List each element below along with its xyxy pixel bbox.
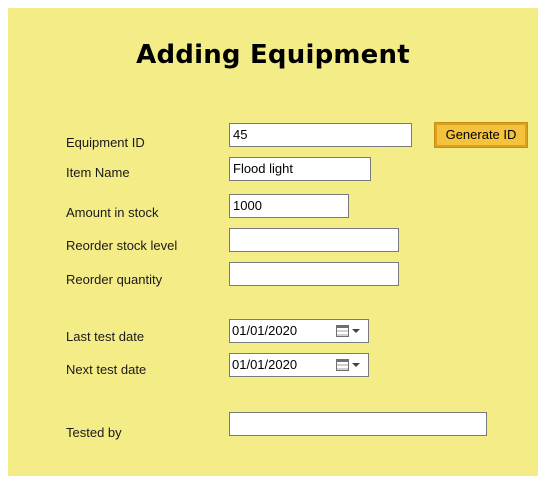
equipment-id-field[interactable]: 45 bbox=[229, 123, 412, 147]
calendar-icon[interactable] bbox=[336, 325, 349, 337]
next-test-date-picker[interactable]: 01/01/2020 bbox=[229, 353, 369, 377]
last-test-date-label: Last test date bbox=[66, 329, 145, 344]
tested-by-label: Tested by bbox=[66, 425, 122, 440]
reorder-stock-level-field[interactable] bbox=[229, 228, 399, 252]
dropdown-arrow-icon[interactable] bbox=[352, 329, 360, 333]
item-name-label: Item Name bbox=[66, 165, 130, 180]
amount-in-stock-field[interactable]: 1000 bbox=[229, 194, 349, 218]
next-test-date-value: 01/01/2020 bbox=[232, 357, 298, 372]
next-test-date-label: Next test date bbox=[66, 362, 147, 377]
reorder-stock-level-label: Reorder stock level bbox=[66, 238, 178, 253]
item-name-field[interactable]: Flood light bbox=[229, 157, 371, 181]
form-panel: Adding Equipment Equipment ID 45 Generat… bbox=[8, 8, 538, 476]
last-test-date-value: 01/01/2020 bbox=[232, 323, 298, 338]
dropdown-arrow-icon[interactable] bbox=[352, 363, 360, 367]
calendar-icon[interactable] bbox=[336, 359, 349, 371]
reorder-quantity-label: Reorder quantity bbox=[66, 272, 163, 287]
tested-by-field[interactable] bbox=[229, 412, 487, 436]
equipment-id-label: Equipment ID bbox=[66, 135, 145, 150]
form-title: Adding Equipment bbox=[136, 40, 410, 70]
amount-in-stock-label: Amount in stock bbox=[66, 205, 159, 220]
last-test-date-picker[interactable]: 01/01/2020 bbox=[229, 319, 369, 343]
reorder-quantity-field[interactable] bbox=[229, 262, 399, 286]
generate-id-button[interactable]: Generate ID bbox=[434, 122, 528, 148]
